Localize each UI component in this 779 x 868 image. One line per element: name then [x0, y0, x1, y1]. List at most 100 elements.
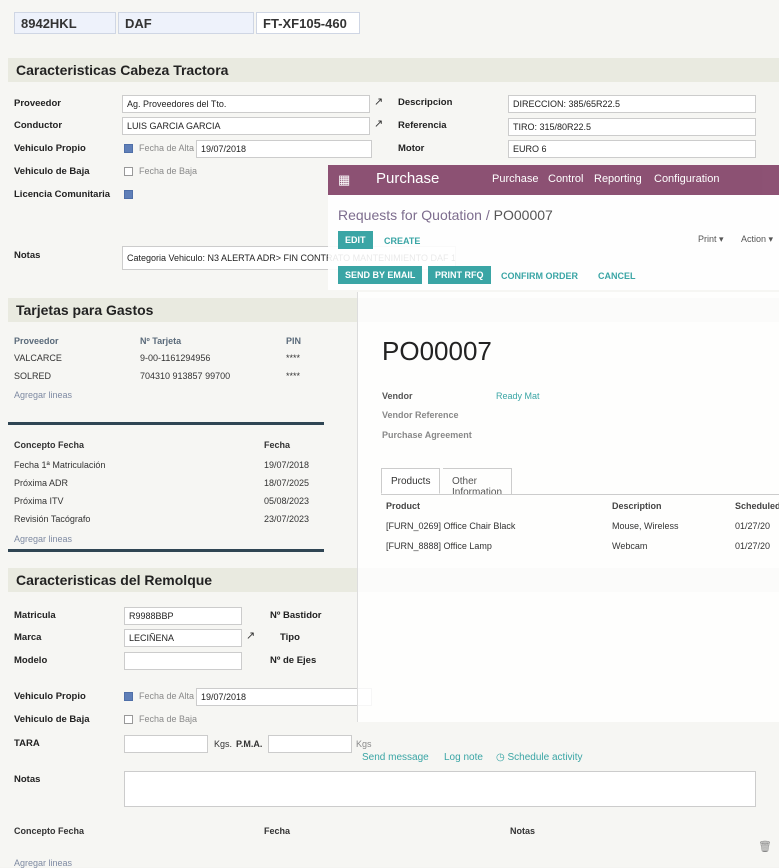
modelo-input[interactable]: [124, 652, 242, 670]
add-line-link[interactable]: Agregar lineas: [14, 534, 72, 544]
licencia-label: Licencia Comunitaria: [14, 189, 111, 200]
col-concepto-fecha: Concepto Fecha: [14, 826, 85, 836]
pma-label: P.M.A.: [236, 739, 263, 749]
cancel-button[interactable]: CANCEL: [598, 271, 636, 281]
menu-purchase[interactable]: Purchase: [492, 173, 538, 185]
col-fecha: Fecha: [264, 826, 291, 836]
vehiculo-baja-label: Vehiculo de Baja: [14, 166, 90, 177]
add-line-link[interactable]: Agregar lineas: [14, 390, 72, 400]
proveedor-input[interactable]: Ag. Proveedores del Tto.: [122, 95, 370, 113]
order-line-product[interactable]: [FURN_0269] Office Chair Black: [386, 521, 515, 531]
breadcrumb: Requests for Quotation / PO00007: [338, 207, 553, 223]
divider: [8, 422, 324, 425]
descripcion-label: Descripcion: [398, 97, 453, 108]
remolque-notas-textarea[interactable]: [124, 771, 756, 807]
marca-input[interactable]: LECIÑENA: [124, 629, 242, 647]
print-rfq-button[interactable]: PRINT RFQ: [428, 266, 491, 284]
fecha-alta-label: Fecha de Alta: [139, 143, 195, 153]
table-cell: Revisión Tacógrafo: [14, 514, 91, 524]
conductor-input[interactable]: LUIS GARCIA GARCIA: [122, 117, 370, 135]
pma-input[interactable]: [268, 735, 352, 753]
apps-grid-icon[interactable]: ▦: [338, 172, 350, 188]
tipo-label: Tipo: [280, 632, 300, 643]
action-dropdown[interactable]: Action ▾: [741, 234, 773, 245]
tara-input[interactable]: [124, 735, 208, 753]
table-cell: 704310 913857 99700: [140, 371, 231, 381]
table-cell: Fecha 1ª Matriculación: [14, 460, 106, 470]
send-by-email-button[interactable]: SEND BY EMAIL: [338, 266, 423, 284]
control-panel: Requests for Quotation / PO00007 EDIT CR…: [328, 195, 779, 290]
tab-other-information[interactable]: Other Information: [443, 468, 513, 498]
matricula-label: Matricula: [14, 610, 56, 621]
external-link-icon[interactable]: ↗: [374, 95, 383, 108]
remolque-propio-checkbox[interactable]: [124, 692, 133, 701]
breadcrumb-parent[interactable]: Requests for Quotation: [338, 207, 482, 223]
remolque-baja-checkbox[interactable]: [124, 715, 133, 724]
order-line-date[interactable]: 01/27/20: [735, 541, 770, 551]
schedule-activity-button[interactable]: ◷ Schedule activity: [496, 752, 583, 763]
table-cell: 23/07/2023: [264, 514, 310, 524]
send-message-button[interactable]: Send message: [362, 752, 429, 763]
motor-label: Motor: [398, 143, 425, 154]
col-description: Description: [612, 501, 662, 511]
log-note-button[interactable]: Log note: [444, 752, 483, 763]
remolque-vehiculo-propio-label: Vehiculo Propio: [14, 691, 86, 702]
app-name: Purchase: [376, 170, 440, 187]
remolque-fecha-alta-label: Fecha de Alta: [139, 691, 195, 701]
model-code-field[interactable]: FT-XF105-460: [256, 12, 360, 34]
print-dropdown[interactable]: Print ▾: [698, 234, 724, 245]
external-link-icon[interactable]: ↗: [246, 629, 255, 642]
remolque-vehiculo-baja-label: Vehiculo de Baja: [14, 714, 90, 725]
tab-products[interactable]: Products: [381, 468, 441, 494]
ejes-label: Nº de Ejes: [270, 655, 317, 666]
bastidor-label: Nº Bastidor: [270, 610, 322, 621]
matricula-input[interactable]: R9988BBP: [124, 607, 242, 625]
trash-icon[interactable]: 🗑: [758, 840, 772, 853]
external-link-icon[interactable]: ↗: [374, 117, 383, 130]
vehiculo-baja-checkbox[interactable]: [124, 167, 133, 176]
table-cell: 05/08/2023: [264, 496, 310, 506]
table-cell: ****: [286, 353, 301, 363]
col-scheduled: Scheduled: [735, 501, 779, 511]
table-cell: SOLRED: [14, 371, 52, 381]
confirm-order-button[interactable]: CONFIRM ORDER: [501, 271, 578, 281]
descripcion-input[interactable]: DIRECCION: 385/65R22.5: [508, 95, 756, 113]
notas-label: Notas: [14, 250, 41, 261]
remolque-fecha-baja-label: Fecha de Baja: [139, 714, 198, 724]
purchase-agreement-label: Purchase Agreement: [382, 430, 472, 440]
vendor-label: Vendor: [382, 391, 413, 401]
breadcrumb-separator: /: [485, 207, 490, 223]
licencia-checkbox[interactable]: [124, 190, 133, 199]
table-cell: 18/07/2025: [264, 478, 310, 488]
table-cell: Próxima ADR: [14, 478, 69, 488]
order-line-product[interactable]: [FURN_8888] Office Lamp: [386, 541, 492, 551]
vehiculo-propio-checkbox[interactable]: [124, 144, 133, 153]
edit-button[interactable]: EDIT: [338, 231, 373, 249]
proveedor-label: Proveedor: [14, 98, 61, 109]
po-number-title: PO00007: [382, 336, 492, 366]
referencia-input[interactable]: TIRO: 315/80R22.5: [508, 118, 756, 136]
conductor-label: Conductor: [14, 120, 63, 131]
brand-field[interactable]: DAF: [118, 12, 254, 34]
plate-field[interactable]: 8942HKL: [14, 12, 116, 34]
table-cell: 9-00-1161294956: [140, 353, 211, 363]
vendor-value[interactable]: Ready Mat: [496, 391, 540, 401]
col-fecha: Fecha: [264, 440, 291, 450]
fecha-alta-input[interactable]: 19/07/2018: [196, 140, 372, 158]
remolque-notas-label: Notas: [14, 774, 41, 785]
motor-input[interactable]: EURO 6: [508, 140, 756, 158]
table-cell: 19/07/2018: [264, 460, 310, 470]
create-button[interactable]: CREATE: [384, 236, 420, 246]
order-line-date[interactable]: 01/27/20: [735, 521, 770, 531]
col-product: Product: [386, 501, 421, 511]
clock-icon: ◷: [496, 752, 505, 763]
remolque-fecha-alta-input[interactable]: 19/07/2018: [196, 688, 372, 706]
order-line-description[interactable]: Webcam: [612, 541, 647, 551]
col-concepto-fecha: Concepto Fecha: [14, 440, 85, 450]
tara-label: TARA: [14, 738, 40, 749]
referencia-label: Referencia: [398, 120, 447, 131]
menu-control[interactable]: Control: [548, 173, 583, 185]
menu-configuration[interactable]: Configuration: [654, 173, 719, 185]
menu-reporting[interactable]: Reporting: [594, 173, 642, 185]
order-line-description[interactable]: Mouse, Wireless: [612, 521, 679, 531]
